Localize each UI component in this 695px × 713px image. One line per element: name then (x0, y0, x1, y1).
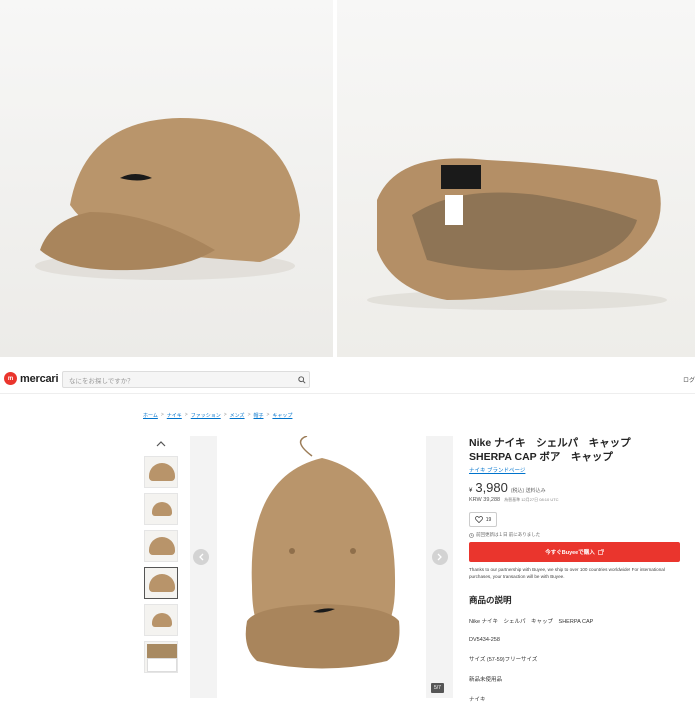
image-counter: 5/7 (431, 683, 444, 693)
search-placeholder: なにをお探しですか？ (69, 377, 134, 385)
search-icon[interactable] (295, 373, 309, 387)
breadcrumb-item[interactable]: キャップ (272, 412, 292, 419)
cap-image (149, 537, 175, 555)
description-line: 新品未使用品 (469, 677, 503, 683)
breadcrumb-item[interactable]: ファッション (191, 412, 221, 419)
thumbnail-3[interactable] (144, 530, 178, 562)
price-note: (税込) 送料込み (510, 488, 546, 494)
thumbnail-2[interactable] (144, 493, 178, 525)
breadcrumb-item[interactable]: ナイキ (167, 412, 182, 419)
description-line: ナイキ (469, 697, 486, 703)
yen-symbol: ¥ (469, 488, 473, 494)
description-line: Nike ナイキ シェルパ キャップ SHERPA CAP (469, 619, 594, 625)
mercari-logo[interactable]: m mercari (4, 372, 59, 385)
cap-image (152, 502, 172, 516)
description-line: サイズ (57-59)フリーサイズ (469, 657, 538, 663)
logo-text: mercari (20, 372, 59, 385)
price-row: ¥ 3,980 (税込) 送料込み (469, 480, 681, 495)
brand-page-link[interactable]: ナイキ ブランドページ (469, 466, 681, 474)
login-link[interactable]: ログ (683, 375, 695, 384)
tag-image (147, 658, 177, 672)
chevron-left-icon[interactable] (193, 549, 209, 565)
description-heading: 商品の説明 (469, 595, 512, 605)
cap-image (152, 613, 172, 627)
like-button[interactable]: 19 (469, 512, 497, 527)
product-info: Nike ナイキ シェルパ キャップ SHERPA CAP ボア キャップ ナイ… (469, 436, 681, 703)
cap-image (149, 574, 175, 592)
breadcrumb-separator: > (184, 412, 188, 418)
description-line: DV5434-258 (469, 637, 500, 643)
main-image-frame (217, 436, 426, 698)
thumbnail-list (144, 437, 178, 673)
krw-price: KRW 39,288 (469, 497, 501, 503)
thumbnail-5[interactable] (144, 604, 178, 636)
krw-row: KRW 39,288 為替基準 12月27日 08:10 UTC (469, 497, 681, 503)
cap-image (149, 463, 175, 481)
thumbnail-4[interactable] (144, 567, 178, 599)
product-photo-front (0, 0, 333, 357)
breadcrumb-separator: > (266, 412, 270, 418)
product-photo-inside (337, 0, 695, 357)
page: m mercari なにをお探しですか？ ログ ホーム > ナイキ > ファッション… (0, 0, 695, 713)
thumbnail-6[interactable] (144, 641, 178, 673)
main-product-image[interactable] (190, 436, 453, 698)
breadcrumb: ホーム > ナイキ > ファッション > メンズ > 帽子 > キャップ (143, 412, 292, 419)
update-info: 前回更新は１日 前にありました (469, 532, 681, 538)
exchange-note: 為替基準 12月27日 08:10 UTC (504, 497, 559, 502)
product-title: Nike ナイキ シェルパ キャップ SHERPA CAP ボア キャップ (469, 437, 642, 463)
chevron-up-icon[interactable] (144, 437, 178, 451)
update-text: 前回更新は１日 前にありました (476, 532, 541, 537)
breadcrumb-separator: > (247, 412, 251, 418)
buyee-note: Thanks to our partnership with Buyee, we… (469, 567, 665, 579)
site-header: m mercari なにをお探しですか？ ログ (0, 364, 695, 394)
chevron-right-icon[interactable] (432, 549, 448, 565)
thumbnail-1[interactable] (144, 456, 178, 488)
buy-now-label: 今すぐBuyeeで購入 (545, 550, 595, 556)
breadcrumb-separator: > (160, 412, 164, 418)
cap-image (147, 644, 177, 658)
breadcrumb-item[interactable]: メンズ (230, 412, 245, 419)
breadcrumb-item[interactable]: ホーム (143, 412, 158, 419)
like-count: 19 (485, 516, 492, 523)
logo-mark-icon: m (4, 372, 17, 385)
search-input[interactable]: なにをお探しですか？ (62, 371, 310, 388)
buy-now-button[interactable]: 今すぐBuyeeで購入 (469, 542, 680, 562)
breadcrumb-separator: > (223, 412, 227, 418)
external-link-icon (597, 549, 604, 555)
clock-icon (469, 532, 474, 538)
breadcrumb-item[interactable]: 帽子 (253, 412, 263, 419)
heart-icon (474, 516, 483, 523)
price: 3,980 (475, 480, 508, 495)
